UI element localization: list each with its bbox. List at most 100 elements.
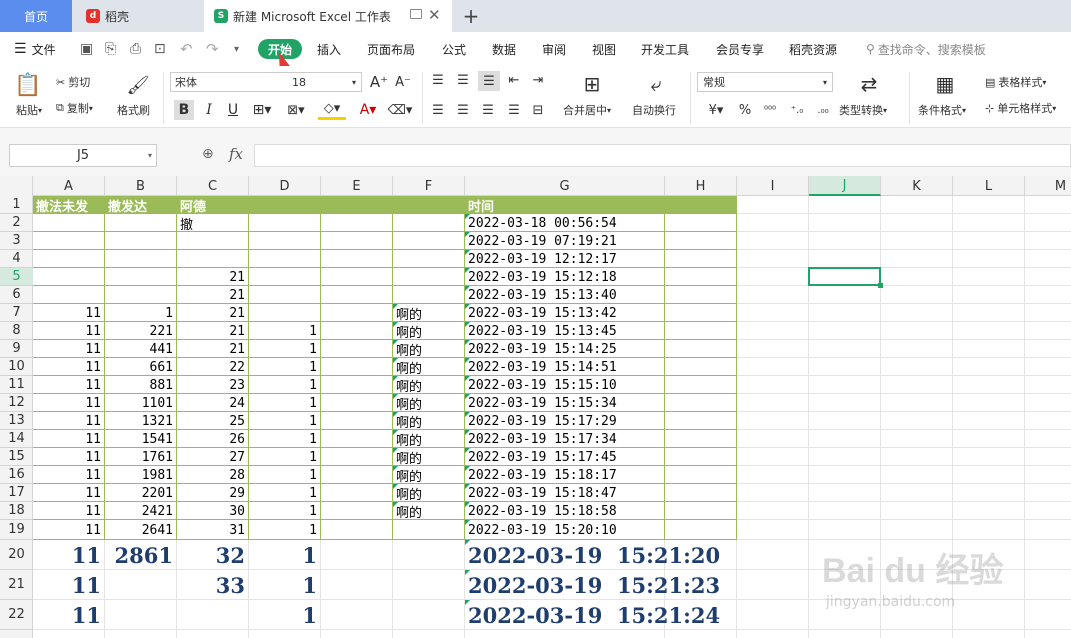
- row-header-8[interactable]: 8: [0, 322, 33, 340]
- row-header-6[interactable]: 6: [0, 286, 33, 304]
- cut-button[interactable]: ✂ 剪切: [56, 74, 90, 90]
- tab-daoke[interactable]: d 稻壳: [76, 0, 201, 32]
- cell-g20[interactable]: 2022-03-19 15:21:20: [465, 540, 737, 570]
- table-style-button[interactable]: ▤ 表格样式 ▾: [985, 74, 1046, 90]
- cell-g3[interactable]: 2022-03-19 07:19:21: [465, 232, 665, 250]
- cell-g16[interactable]: 2022-03-19 15:18:17: [465, 466, 665, 484]
- cell-f18[interactable]: 啊的: [393, 502, 465, 521]
- cell-d21[interactable]: 1: [249, 570, 321, 600]
- row-header-7[interactable]: 7: [0, 304, 33, 322]
- column-header-a[interactable]: A: [33, 176, 105, 196]
- cell-d11[interactable]: 1: [249, 376, 321, 394]
- conditional-format-button[interactable]: 条件格式 ▾: [918, 102, 966, 118]
- cell-b15[interactable]: 1761: [105, 448, 177, 466]
- quick-access-dropdown-icon[interactable]: ▾: [234, 32, 239, 66]
- formula-input[interactable]: [254, 144, 1071, 167]
- cell-g12[interactable]: 2022-03-19 15:15:34: [465, 394, 665, 412]
- row-header-21[interactable]: 21: [0, 570, 33, 600]
- cell-d12[interactable]: 1: [249, 394, 321, 412]
- cell-e1[interactable]: [321, 196, 393, 214]
- print-preview-icon[interactable]: ⊡: [154, 32, 166, 66]
- cell-a16[interactable]: 11: [33, 466, 105, 484]
- row-header-13[interactable]: 13: [0, 412, 33, 430]
- currency-icon[interactable]: ¥▾: [703, 100, 729, 120]
- cell-f11[interactable]: 啊的: [393, 376, 465, 395]
- cell-g1[interactable]: 时间: [465, 196, 665, 214]
- align-top-icon[interactable]: ☰: [430, 72, 446, 88]
- cell-b10[interactable]: 661: [105, 358, 177, 376]
- column-header-j[interactable]: J: [809, 176, 881, 196]
- cell-c13[interactable]: 25: [177, 412, 249, 430]
- row-header-22[interactable]: 22: [0, 600, 33, 630]
- bold-icon[interactable]: B: [174, 100, 194, 120]
- cell-c6[interactable]: 21: [177, 286, 249, 304]
- cell-b12[interactable]: 1101: [105, 394, 177, 412]
- cell-a17[interactable]: 11: [33, 484, 105, 502]
- cell-c5[interactable]: 21: [177, 268, 249, 286]
- percent-icon[interactable]: %: [736, 100, 754, 120]
- column-header-i[interactable]: I: [737, 176, 809, 196]
- cell-a19[interactable]: 11: [33, 520, 105, 540]
- fx-icon[interactable]: fx: [229, 145, 243, 163]
- tab-member[interactable]: 会员专享: [716, 32, 764, 66]
- cell-c11[interactable]: 23: [177, 376, 249, 394]
- fill-color-icon[interactable]: ◇▾: [318, 100, 346, 120]
- column-header-f[interactable]: F: [393, 176, 465, 196]
- cell-g9[interactable]: 2022-03-19 15:14:25: [465, 340, 665, 358]
- align-right-icon[interactable]: ☰: [480, 102, 496, 118]
- cell-d9[interactable]: 1: [249, 340, 321, 358]
- merge-icon[interactable]: ⊞: [579, 72, 605, 96]
- format-painter-button[interactable]: 格式刷: [117, 102, 150, 118]
- border-icon[interactable]: ⊞▾: [248, 100, 276, 120]
- cell-c7[interactable]: 21: [177, 304, 249, 322]
- column-header-e[interactable]: E: [321, 176, 393, 196]
- cell-c1[interactable]: 阿德: [177, 196, 249, 214]
- convert-type-button[interactable]: 类型转换 ▾: [839, 102, 887, 118]
- align-left-icon[interactable]: ☰: [430, 102, 446, 118]
- cell-c14[interactable]: 26: [177, 430, 249, 448]
- row-header-16[interactable]: 16: [0, 466, 33, 484]
- underline-icon[interactable]: U: [224, 100, 242, 120]
- undo-icon[interactable]: ↶: [180, 32, 193, 66]
- tab-daoke-resources[interactable]: 稻壳资源: [789, 32, 837, 66]
- cell-g2[interactable]: 2022-03-18 00:56:54: [465, 214, 665, 232]
- tab-workbook[interactable]: S 新建 Microsoft Excel 工作表 ✕: [204, 0, 452, 32]
- cell-b13[interactable]: 1321: [105, 412, 177, 430]
- conditional-format-icon[interactable]: ▦: [932, 72, 958, 96]
- column-header-g[interactable]: G: [465, 176, 665, 196]
- column-header-k[interactable]: K: [881, 176, 953, 196]
- cell-d13[interactable]: 1: [249, 412, 321, 430]
- name-box[interactable]: J5 ▾: [9, 144, 157, 167]
- cell-c17[interactable]: 29: [177, 484, 249, 502]
- cell-style-button[interactable]: ⊹ 单元格样式 ▾: [985, 100, 1056, 116]
- paste-button[interactable]: 粘贴 ▾: [10, 102, 48, 118]
- cell-d16[interactable]: 1: [249, 466, 321, 484]
- cell-f12[interactable]: 啊的: [393, 394, 465, 413]
- cell-f15[interactable]: 啊的: [393, 448, 465, 467]
- new-tab-icon[interactable]: +: [456, 0, 486, 32]
- fill-handle[interactable]: [878, 283, 883, 288]
- cell-c21[interactable]: 33: [177, 570, 249, 600]
- cell-b1[interactable]: 撤发达: [105, 196, 177, 214]
- cell-g13[interactable]: 2022-03-19 15:17:29: [465, 412, 665, 430]
- zoom-icon[interactable]: ⊕: [202, 146, 214, 162]
- column-header-h[interactable]: H: [665, 176, 737, 196]
- row-header-1[interactable]: 1: [0, 196, 33, 214]
- cell-a8[interactable]: 11: [33, 322, 105, 340]
- cell-a12[interactable]: 11: [33, 394, 105, 412]
- cell-b14[interactable]: 1541: [105, 430, 177, 448]
- row-header-18[interactable]: 18: [0, 502, 33, 520]
- increase-font-icon[interactable]: A⁺: [370, 72, 388, 92]
- cell-f16[interactable]: 啊的: [393, 466, 465, 485]
- cell-d15[interactable]: 1: [249, 448, 321, 466]
- cell-g4[interactable]: 2022-03-19 12:12:17: [465, 250, 665, 268]
- copy-button[interactable]: ⧉ 复制 ▾: [56, 100, 93, 116]
- cell-f17[interactable]: 啊的: [393, 484, 465, 503]
- wrap-text-button[interactable]: 自动换行: [632, 102, 676, 118]
- cell-f13[interactable]: 啊的: [393, 412, 465, 431]
- cell-g19[interactable]: 2022-03-19 15:20:10: [465, 520, 665, 540]
- cell-a15[interactable]: 11: [33, 448, 105, 466]
- tab-formula[interactable]: 公式: [442, 32, 466, 66]
- merge-center-button[interactable]: 合并居中 ▾: [563, 102, 611, 118]
- file-menu[interactable]: ☰ 文件: [14, 32, 56, 66]
